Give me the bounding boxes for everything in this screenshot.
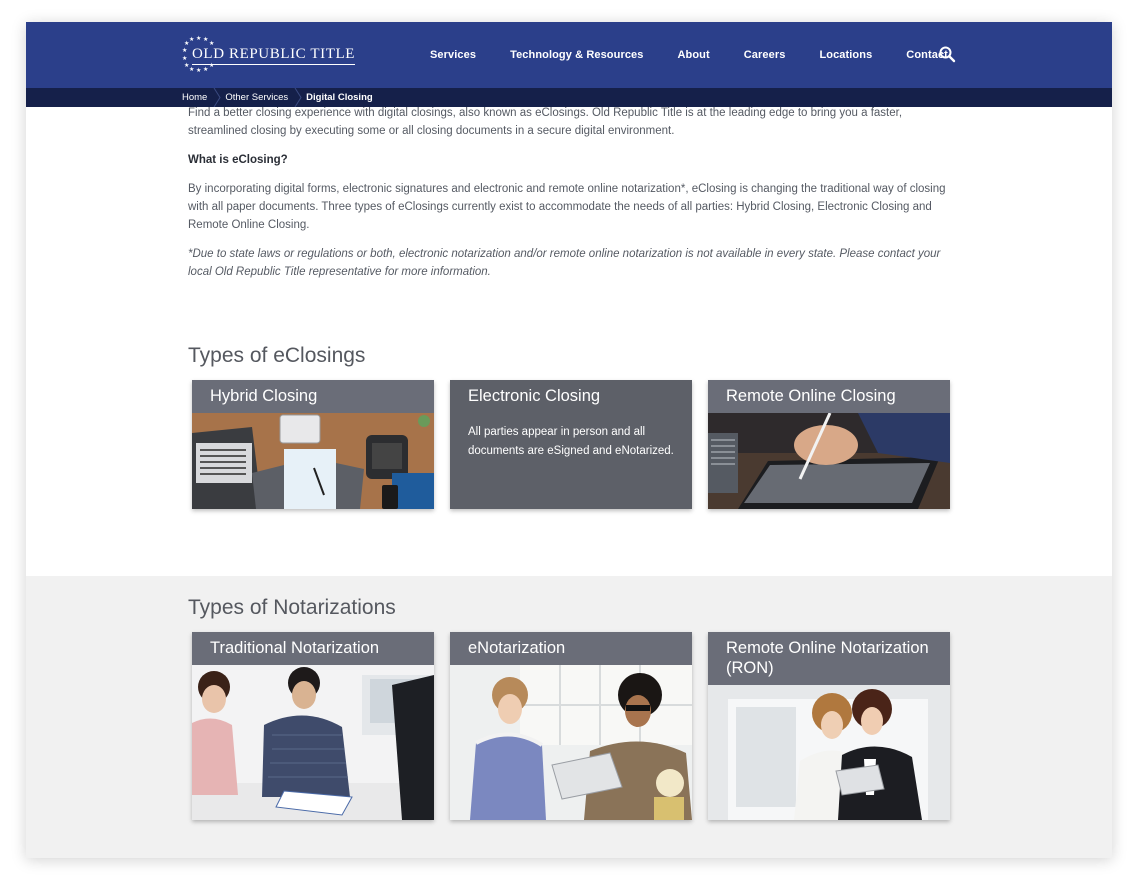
breadcrumb-other-services[interactable]: Other Services — [225, 92, 288, 103]
nav-about[interactable]: About — [677, 49, 709, 61]
hybrid-closing-card[interactable]: Hybrid Closing — [192, 380, 434, 509]
breadcrumb-current: Digital Closing — [306, 92, 373, 103]
notarizations-section-title: Types of Notarizations — [188, 596, 396, 619]
electronic-closing-card[interactable]: Electronic Closing All parties appear in… — [450, 380, 692, 509]
card-title: Hybrid Closing — [192, 380, 434, 413]
star-ring-icon: ★ ★ ★ ★ ★ ★ ★ ★ ★ ★ ★ ★ — [182, 36, 215, 74]
hybrid-closing-image — [192, 413, 434, 509]
remote-online-closing-card[interactable]: Remote Online Closing — [708, 380, 950, 509]
card-description: All parties appear in person and all doc… — [468, 426, 674, 457]
browser-page: ★ ★ ★ ★ ★ ★ ★ ★ ★ ★ ★ ★ OLD REPUBLIC TITLE Ser… — [26, 22, 1112, 858]
remote-online-notarization-image — [708, 685, 950, 820]
traditional-notarization-image — [192, 665, 434, 820]
card-title: eNotarization — [450, 632, 692, 665]
card-title: Traditional Notarization — [192, 632, 434, 665]
card-title: Remote Online Closing — [708, 380, 950, 413]
nav-technology-resources[interactable]: Technology & Resources — [510, 49, 643, 61]
what-is-eclosing-heading: What is eClosing? — [188, 154, 288, 166]
eclosings-section-title: Types of eClosings — [188, 344, 366, 367]
eclosing-description: By incorporating digital forms, electron… — [188, 183, 946, 231]
electronic-closing-overlay: All parties appear in person and all doc… — [450, 413, 692, 509]
logo[interactable]: ★ ★ ★ ★ ★ ★ ★ ★ ★ ★ ★ ★ OLD REPUBLIC TITLE — [182, 36, 356, 74]
enotarization-card[interactable]: eNotarization — [450, 632, 692, 820]
nav-locations[interactable]: Locations — [819, 49, 872, 61]
enotarization-image — [450, 665, 692, 820]
search-icon[interactable] — [938, 45, 956, 63]
breadcrumb-home[interactable]: Home — [182, 92, 207, 103]
card-title: Electronic Closing — [450, 380, 692, 413]
main-menu: Services Technology & Resources About Ca… — [430, 22, 982, 88]
nav-careers[interactable]: Careers — [744, 49, 786, 61]
card-title: Remote Online Notarization (RON) — [708, 632, 950, 685]
intro-content: Find a better closing experience with di… — [188, 104, 958, 292]
remote-online-closing-image — [708, 413, 950, 509]
state-law-note: *Due to state laws or regulations or bot… — [188, 248, 941, 278]
traditional-notarization-card[interactable]: Traditional Notarization — [192, 632, 434, 820]
nav-services[interactable]: Services — [430, 49, 476, 61]
intro-paragraph: Find a better closing experience with di… — [188, 107, 903, 137]
remote-online-notarization-card[interactable]: Remote Online Notarization (RON) — [708, 632, 950, 820]
top-nav: ★ ★ ★ ★ ★ ★ ★ ★ ★ ★ ★ ★ OLD REPUBLIC TITLE Ser… — [26, 22, 1112, 88]
